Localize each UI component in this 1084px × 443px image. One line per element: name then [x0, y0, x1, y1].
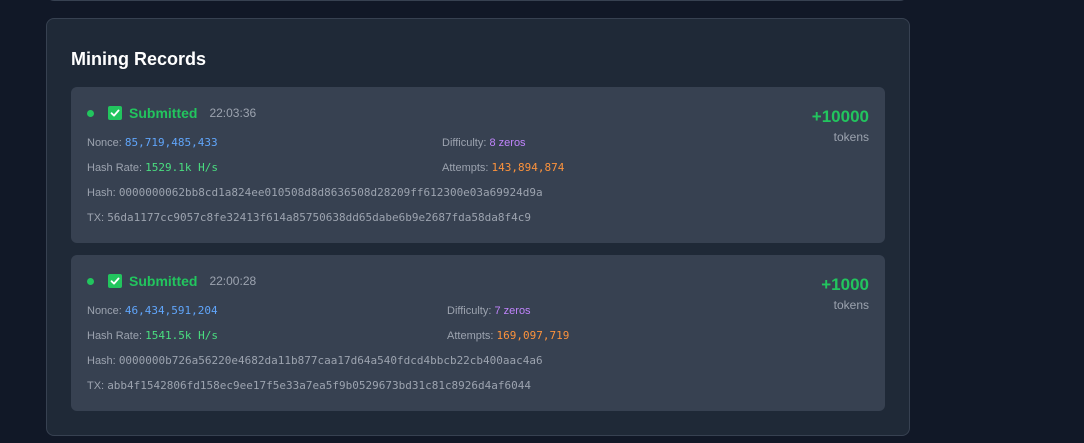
nonce-label: Nonce: — [87, 137, 122, 149]
section-title: Mining Records — [71, 49, 207, 69]
hash-rate-label: Hash Rate: — [87, 162, 143, 174]
reward-unit: tokens — [833, 130, 869, 144]
hash-value: 0000000b726a56220e4682da11b877caa17d64a5… — [118, 354, 543, 367]
mining-record: Submitted 22:00:28 Nonce: 46,434,591,204… — [71, 255, 885, 411]
record-time: 22:00:28 — [209, 274, 257, 288]
hash-rate-label: Hash Rate: — [87, 330, 143, 342]
nonce-field: Nonce: 46,434,591,204 — [87, 304, 218, 318]
tx-label: TX: — [87, 212, 105, 224]
attempts-field: Attempts: 143,894,874 — [442, 161, 564, 175]
check-icon — [108, 274, 122, 288]
status-dot-icon — [87, 277, 94, 285]
reward: +10000 tokens — [812, 107, 869, 145]
hash-rate-field: Hash Rate: 1529.1k H/s — [87, 161, 218, 175]
difficulty-label: Difficulty: — [447, 305, 492, 317]
reward-amount: +10000 — [811, 107, 869, 126]
difficulty-value: 8 zeros — [489, 137, 526, 149]
status-label: Submitted — [129, 273, 198, 289]
tx-field: TX: 56da1177cc9057c8fe32413f614a85750638… — [87, 211, 531, 225]
status-label: Submitted — [129, 105, 198, 121]
hash-value: 0000000062bb8cd1a824ee010508d8d8636508d2… — [118, 186, 543, 199]
difficulty-field: Difficulty: 8 zeros — [442, 136, 526, 150]
hash-label: Hash: — [87, 187, 116, 199]
nonce-label: Nonce: — [87, 305, 122, 317]
status-dot-icon — [87, 109, 94, 117]
hash-label: Hash: — [87, 355, 116, 367]
hash-rate-value: 1529.1k H/s — [145, 161, 218, 174]
record-status-row: Submitted 22:03:36 — [87, 104, 256, 122]
difficulty-value: 7 zeros — [494, 305, 531, 317]
tx-field: TX: abb4f1542806fd158ec9ee17f5e33a7ea5f9… — [87, 379, 531, 393]
nonce-value: 46,434,591,204 — [124, 304, 218, 317]
check-icon — [108, 106, 122, 120]
attempts-label: Attempts: — [447, 330, 494, 342]
hash-field: Hash: 0000000b726a56220e4682da11b877caa1… — [87, 354, 543, 368]
record-status-row: Submitted 22:00:28 — [87, 272, 256, 290]
nonce-value: 85,719,485,433 — [124, 136, 218, 149]
reward-unit: tokens — [833, 298, 869, 312]
attempts-field: Attempts: 169,097,719 — [447, 329, 569, 343]
reward-amount: +1000 — [821, 275, 869, 294]
tx-label: TX: — [87, 380, 105, 392]
hash-field: Hash: 0000000062bb8cd1a824ee010508d8d863… — [87, 186, 543, 200]
difficulty-label: Difficulty: — [442, 137, 487, 149]
hash-rate-field: Hash Rate: 1541.5k H/s — [87, 329, 218, 343]
nonce-field: Nonce: 85,719,485,433 — [87, 136, 218, 150]
attempts-label: Attempts: — [442, 162, 489, 174]
attempts-value: 169,097,719 — [496, 329, 570, 342]
tx-value: 56da1177cc9057c8fe32413f614a85750638dd65… — [107, 211, 532, 224]
reward: +1000 tokens — [821, 275, 869, 313]
record-time: 22:03:36 — [209, 106, 257, 120]
mining-records-panel: Mining Records Submitted 22:03:36 Nonce:… — [46, 18, 910, 436]
hash-rate-value: 1541.5k H/s — [145, 329, 218, 342]
mining-record: Submitted 22:03:36 Nonce: 85,719,485,433… — [71, 87, 885, 243]
previous-panel-edge — [46, 0, 908, 1]
attempts-value: 143,894,874 — [491, 161, 565, 174]
difficulty-field: Difficulty: 7 zeros — [447, 304, 531, 318]
tx-value: abb4f1542806fd158ec9ee17f5e33a7ea5f9b052… — [107, 379, 532, 392]
page: Mining Records Submitted 22:03:36 Nonce:… — [0, 0, 1084, 443]
